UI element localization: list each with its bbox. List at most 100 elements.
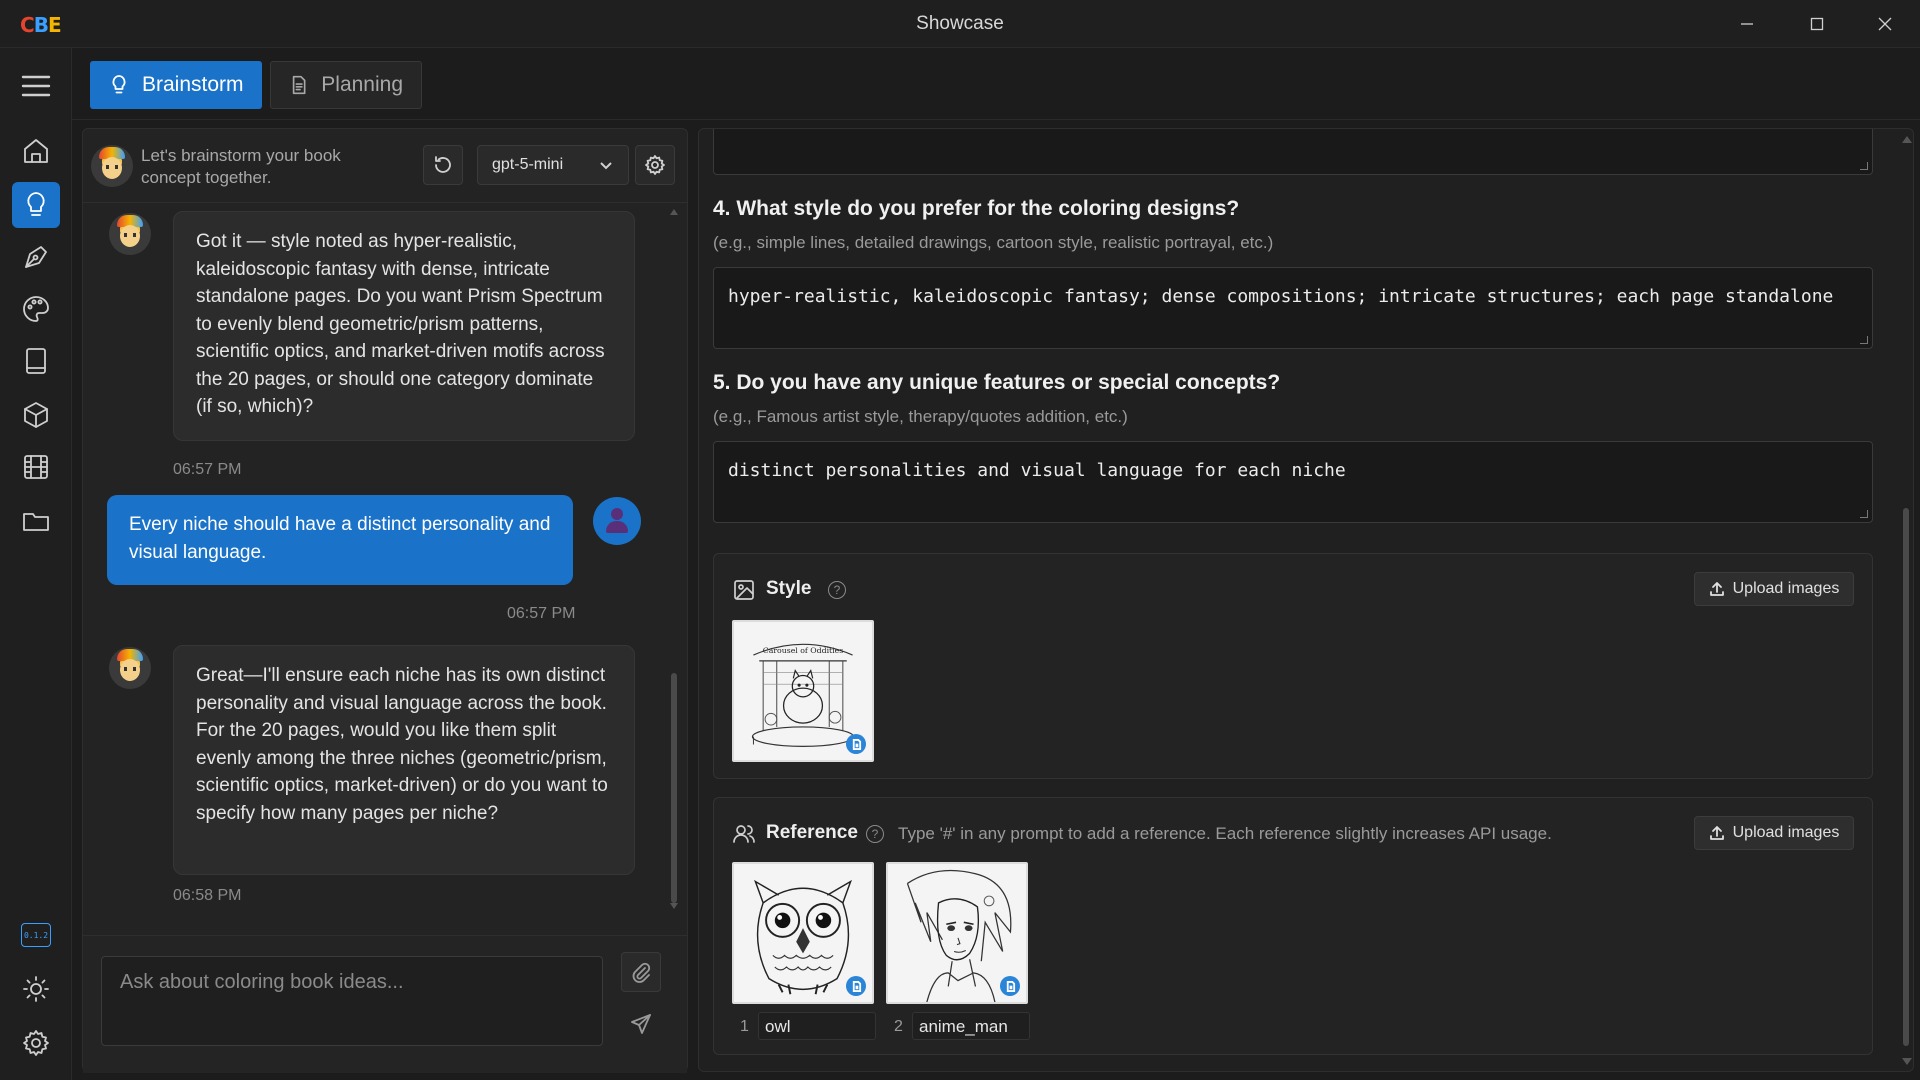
- users-icon: [732, 822, 756, 846]
- resize-grip-icon: [1860, 510, 1868, 518]
- maximize-button[interactable]: [1794, 8, 1840, 40]
- gear-icon: [23, 1030, 49, 1056]
- scroll-up-icon: [670, 209, 678, 215]
- menu-button[interactable]: [18, 68, 54, 104]
- send-icon: [631, 1014, 651, 1034]
- document-icon: [292, 75, 306, 95]
- nav-brainstorm[interactable]: [12, 182, 60, 228]
- message-time: 06:58 PM: [173, 887, 242, 904]
- close-button[interactable]: [1862, 8, 1908, 40]
- chat-panel: Let's brainstorm your book concept toget…: [82, 128, 688, 1073]
- style-upload-button[interactable]: Upload images: [1694, 572, 1854, 606]
- chat-composer: Ask about coloring book ideas...: [83, 935, 687, 1073]
- reference-upload-label: Upload images: [1732, 824, 1840, 841]
- chat-scroll-thumb[interactable]: [671, 673, 677, 903]
- style-answer-field[interactable]: hyper-realistic, kaleidoscopic fantasy; …: [713, 267, 1873, 349]
- form-scrollbar[interactable]: [1900, 132, 1912, 1068]
- nav-palette[interactable]: [12, 286, 60, 332]
- nav-media[interactable]: [12, 444, 60, 490]
- features-answer-field[interactable]: distinct personalities and visual langua…: [713, 441, 1873, 523]
- assistant-message: Got it — style noted as hyper-realistic,…: [173, 211, 635, 441]
- model-select-value: gpt-5-mini: [492, 156, 564, 173]
- style-image-caption: Carousel of Oddities: [763, 646, 844, 655]
- help-icon[interactable]: ?: [866, 825, 884, 843]
- resize-grip-icon: [1860, 336, 1868, 344]
- form-scroll-thumb[interactable]: [1903, 508, 1909, 1046]
- message-time: 06:57 PM: [173, 461, 242, 478]
- reference-name-field[interactable]: owl: [758, 1012, 876, 1040]
- book-icon: [26, 348, 46, 374]
- reference-image-owl[interactable]: [732, 862, 874, 1004]
- chevron-down-icon: [600, 162, 612, 170]
- previous-answer-field[interactable]: [713, 129, 1873, 175]
- reference-hint: Type '#' in any prompt to add a referenc…: [898, 824, 1552, 843]
- upload-icon: [1709, 826, 1724, 840]
- chat-input[interactable]: Ask about coloring book ideas...: [101, 956, 603, 1046]
- attach-button[interactable]: [621, 952, 661, 992]
- resize-grip-icon: [1860, 162, 1868, 170]
- nav-design[interactable]: [12, 234, 60, 280]
- app-window: CBE Showcase 0.1.2 Brainstorm Planning L…: [0, 0, 1920, 1080]
- question-5-hint: (e.g., Famous artist style, therapy/quot…: [713, 407, 1128, 426]
- document-badge-icon: [846, 976, 866, 996]
- nav-book[interactable]: [12, 338, 60, 384]
- reference-image-anime-man[interactable]: [886, 862, 1028, 1004]
- tab-planning-label: Planning: [321, 73, 403, 96]
- chat-scrollbar[interactable]: [669, 209, 679, 909]
- palette-icon: [23, 296, 49, 322]
- features-answer-value: distinct personalities and visual langua…: [728, 460, 1346, 481]
- pen-tool-icon: [25, 246, 47, 268]
- question-5-title: 5. Do you have any unique features or sp…: [713, 371, 1281, 394]
- reference-upload-button[interactable]: Upload images: [1694, 816, 1854, 850]
- message-list: Got it — style noted as hyper-realistic,…: [83, 203, 663, 909]
- reference-name-field[interactable]: anime_man: [912, 1012, 1030, 1040]
- minimize-button[interactable]: [1724, 8, 1770, 40]
- reference-index: 2: [894, 1018, 903, 1035]
- version-badge[interactable]: 0.1.2: [12, 912, 60, 958]
- title-bar: CBE Showcase: [0, 0, 1920, 48]
- scroll-down-icon: [1902, 1058, 1912, 1065]
- tab-brainstorm-label: Brainstorm: [142, 73, 244, 96]
- message-time: 06:57 PM: [507, 605, 576, 622]
- nav-rail: 0.1.2: [0, 48, 72, 1080]
- theme-toggle[interactable]: [12, 966, 60, 1012]
- questionnaire-panel: 4. What style do you prefer for the colo…: [698, 128, 1914, 1072]
- hamburger-icon: [21, 75, 51, 97]
- model-select[interactable]: gpt-5-mini: [477, 145, 629, 185]
- settings-button[interactable]: [12, 1020, 60, 1066]
- user-message: Every niche should have a distinct perso…: [107, 495, 573, 585]
- chat-header-text: Let's brainstorm your book concept toget…: [141, 146, 341, 187]
- lightbulb-icon: [112, 75, 126, 94]
- assistant-message: Great—I'll ensure each niche has its own…: [173, 645, 635, 875]
- folder-icon: [23, 513, 49, 531]
- nav-files[interactable]: [12, 498, 60, 544]
- user-avatar: [593, 497, 641, 545]
- chat-input-placeholder: Ask about coloring book ideas...: [120, 971, 404, 993]
- upload-icon: [1709, 582, 1724, 596]
- tab-planning[interactable]: Planning: [270, 61, 422, 109]
- document-badge-icon: [846, 734, 866, 754]
- scroll-up-icon: [1902, 136, 1912, 143]
- reference-title: Reference: [766, 822, 858, 843]
- nav-package[interactable]: [12, 392, 60, 438]
- help-icon[interactable]: ?: [828, 581, 846, 599]
- style-image-thumbnail[interactable]: Carousel of Oddities: [732, 620, 874, 762]
- refresh-icon: [435, 156, 451, 173]
- tab-brainstorm[interactable]: Brainstorm: [90, 61, 262, 109]
- reset-chat-button[interactable]: [423, 145, 463, 185]
- assistant-avatar: [109, 213, 151, 255]
- chat-settings-button[interactable]: [635, 145, 675, 185]
- paperclip-icon: [632, 962, 651, 983]
- style-title: Style: [766, 578, 812, 599]
- style-card: Style ? Upload images Carousel of Odditi…: [713, 553, 1873, 779]
- nav-home[interactable]: [12, 128, 60, 174]
- close-icon: [1878, 17, 1892, 31]
- sun-icon: [23, 976, 49, 1002]
- box-icon: [24, 402, 48, 428]
- send-button[interactable]: [621, 1004, 661, 1044]
- assistant-avatar: [91, 145, 133, 187]
- image-icon: [732, 578, 756, 602]
- maximize-icon: [1810, 17, 1824, 31]
- minimize-icon: [1741, 23, 1753, 25]
- lightbulb-icon: [27, 192, 45, 216]
